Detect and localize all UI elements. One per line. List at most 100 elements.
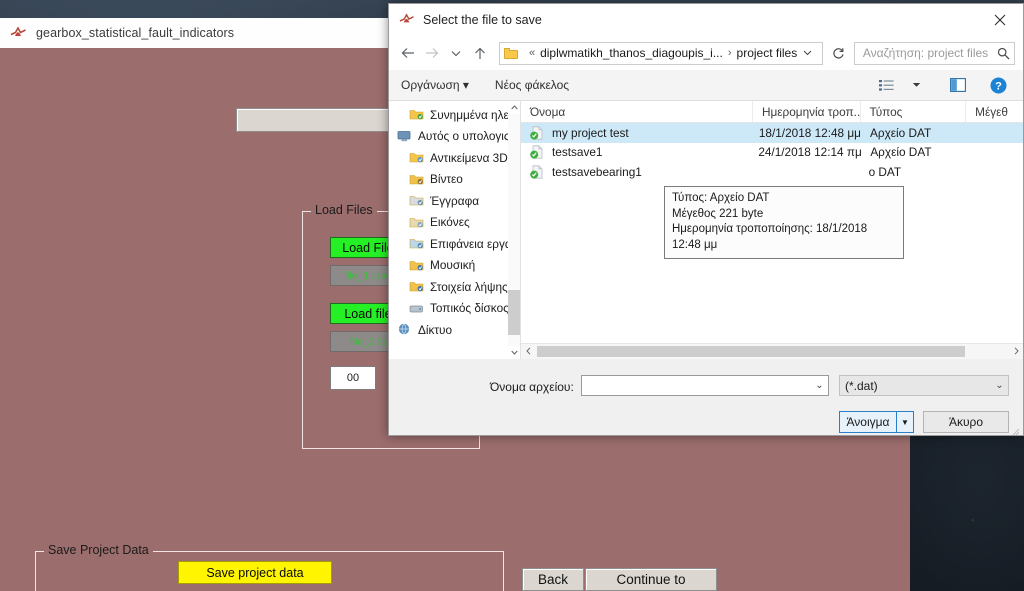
- folder-icon: [503, 47, 518, 59]
- continue-to-bearings-button[interactable]: Continue to bearings: [585, 568, 717, 591]
- sidebar-item-3[interactable]: Βίντεο: [389, 169, 520, 191]
- file-name: my project test: [552, 125, 629, 140]
- help-icon[interactable]: ?: [985, 74, 1011, 96]
- sync-folder-icon: [409, 108, 424, 121]
- breadcrumb-current[interactable]: project files: [737, 46, 798, 60]
- sidebar-item-6[interactable]: Επιφάνεια εργασ: [389, 233, 520, 255]
- folder-desktop-icon: [409, 237, 424, 250]
- sidebar-item-10[interactable]: Δίκτυο: [389, 319, 520, 341]
- column-date-label: Ημερομηνία τροπ...: [761, 104, 860, 119]
- sidebar-item-label: Εικόνες: [430, 215, 470, 230]
- sidebar-item-2[interactable]: Αντικείμενα 3D: [389, 147, 520, 169]
- arrow-left-icon[interactable]: [397, 40, 419, 66]
- dialog-title: Select the file to save: [423, 13, 542, 27]
- column-name-label: Όνομα: [530, 104, 566, 119]
- column-header-type[interactable]: Τύπος: [859, 101, 966, 122]
- table-row[interactable]: testsavebearing1 ο DAT: [521, 162, 1023, 182]
- chevron-left-icon[interactable]: [521, 346, 535, 357]
- dat-file-icon: [530, 165, 545, 179]
- sidebar-item-8[interactable]: Στοιχεία λήψης: [389, 276, 520, 298]
- close-icon[interactable]: [977, 4, 1023, 36]
- sidebar-item-label: Επιφάνεια εργασ: [430, 236, 519, 251]
- hscroll-thumb[interactable]: [537, 346, 965, 357]
- sidebar-item-7[interactable]: Μουσική: [389, 255, 520, 277]
- folder-pictures-icon: [409, 216, 424, 229]
- chevron-up-icon[interactable]: [508, 101, 520, 114]
- folder-documents-icon: [409, 194, 424, 207]
- file-save-dialog: Select the file to save « diplwmatikh_th…: [388, 3, 1024, 437]
- sidebar-item-label: Έγγραφα: [430, 193, 480, 208]
- filetype-select[interactable]: (*.dat) ⌄: [839, 375, 1009, 396]
- recent-locations-chevron-down-icon[interactable]: [445, 40, 467, 66]
- open-button-label: Άνοιγμα: [846, 415, 890, 429]
- sidebar-item-label: Βίντεο: [430, 172, 463, 187]
- file-type: Αρχείο DAT: [869, 125, 932, 140]
- search-input[interactable]: Αναζήτηση: project files: [853, 41, 1015, 65]
- address-chevron-down-icon[interactable]: [797, 48, 818, 59]
- column-type-label: Τύπος: [869, 104, 903, 119]
- column-header-date[interactable]: Ημερομηνία τροπ...: [751, 101, 860, 122]
- chevron-right-icon[interactable]: [1009, 346, 1023, 357]
- navigation-button-group: Back Continue to bearings: [522, 568, 717, 591]
- table-row[interactable]: testsave1 24/1/2018 12:14 πμ Αρχείο DAT: [521, 143, 1023, 163]
- open-dropdown-button[interactable]: ▼: [897, 411, 914, 433]
- navigation-pane: Συνημμένα ηλεκ Αυτός ο υπολογις Αντικείμεν…: [389, 101, 520, 359]
- save-project-data-label: Save project data: [206, 565, 304, 580]
- filename-label: Όνομα αρχείου:: [490, 380, 574, 394]
- sidebar-item-9[interactable]: Τοπικός δίσκος: [389, 298, 520, 320]
- view-chevron-down-icon[interactable]: [903, 74, 929, 96]
- breadcrumb-parent[interactable]: diplwmatikh_thanos_diagoupis_i...: [540, 46, 723, 60]
- filename-input[interactable]: ⌄: [581, 375, 829, 396]
- chevron-down-icon[interactable]: [508, 346, 520, 359]
- navigation-list: Συνημμένα ηλεκ Αυτός ο υπολογις Αντικείμεν…: [389, 101, 520, 341]
- sidebar-item-label: Στοιχεία λήψης: [430, 279, 508, 294]
- matlab-icon: [399, 13, 415, 27]
- scroll-track[interactable]: [508, 114, 520, 346]
- table-row[interactable]: my project test 18/1/2018 12:48 μμ Αρχείο …: [521, 123, 1023, 143]
- save-project-data-button[interactable]: Save project data: [178, 561, 332, 584]
- count-input[interactable]: 00: [330, 366, 376, 390]
- cancel-button[interactable]: Άκυρο: [923, 411, 1009, 433]
- new-folder-button[interactable]: Νέος φάκελος: [495, 78, 569, 92]
- sidebar-item-1[interactable]: Αυτός ο υπολογις: [389, 126, 520, 148]
- view-list-icon[interactable]: [873, 74, 899, 96]
- preview-pane-icon[interactable]: [945, 74, 971, 96]
- dialog-navigation-bar: « diplwmatikh_thanos_diagoupis_i... › pr…: [389, 36, 1023, 70]
- sidebar-item-5[interactable]: Εικόνες: [389, 212, 520, 234]
- dat-file-icon: [530, 126, 545, 140]
- matlab-icon: [10, 25, 27, 41]
- sidebar-item-label: Αντικείμενα 3D: [430, 150, 508, 165]
- filetype-chevron-down-icon[interactable]: ⌄: [991, 380, 1008, 391]
- tooltip-modified: Ημερομηνία τροποποίησης: 18/1/2018 12:48…: [672, 223, 868, 251]
- address-bar[interactable]: « diplwmatikh_thanos_diagoupis_i... › pr…: [498, 41, 824, 65]
- sidebar-item-label: Μουσική: [430, 258, 476, 273]
- file-date: 18/1/2018 12:48 μμ: [758, 125, 861, 140]
- open-button[interactable]: Άνοιγμα: [839, 411, 897, 433]
- filename-chevron-down-icon[interactable]: ⌄: [811, 380, 828, 391]
- scroll-thumb[interactable]: [508, 290, 520, 335]
- sidebar-item-0[interactable]: Συνημμένα ηλεκ: [389, 104, 520, 126]
- horizontal-scrollbar[interactable]: [521, 343, 1023, 359]
- navigation-scrollbar[interactable]: [508, 101, 520, 359]
- sidebar-item-label: Αυτός ο υπολογις: [418, 129, 510, 144]
- back-button-label: Back: [537, 572, 568, 587]
- dialog-main-area: Συνημμένα ηλεκ Αυτός ο υπολογις Αντικείμεν…: [389, 101, 1023, 359]
- hscroll-track[interactable]: [535, 346, 1009, 357]
- column-header-size[interactable]: Μέγεθ: [965, 101, 1023, 122]
- arrow-right-icon: [421, 40, 443, 66]
- cancel-button-label: Άκυρο: [948, 415, 984, 429]
- sort-indicator-icon: ⌃: [629, 101, 637, 107]
- save-project-legend: Save Project Data: [44, 543, 153, 557]
- sidebar-item-4[interactable]: Έγγραφα: [389, 190, 520, 212]
- refresh-icon[interactable]: [829, 42, 848, 65]
- search-icon: [997, 47, 1010, 60]
- column-header-name[interactable]: Όνομα ⌃: [521, 101, 752, 122]
- file-list-pane: Όνομα ⌃ Ημερομηνία τροπ... Τύπος Μέγεθ m…: [521, 101, 1023, 359]
- filetype-value: (*.dat): [845, 378, 878, 393]
- sidebar-item-label: Συνημμένα ηλεκ: [430, 107, 515, 122]
- svg-text:?: ?: [995, 80, 1002, 92]
- organize-menu[interactable]: Οργάνωση ▾: [401, 78, 469, 92]
- resize-grip-icon[interactable]: [1011, 424, 1020, 437]
- arrow-up-icon[interactable]: [469, 40, 491, 66]
- back-button[interactable]: Back: [522, 568, 584, 591]
